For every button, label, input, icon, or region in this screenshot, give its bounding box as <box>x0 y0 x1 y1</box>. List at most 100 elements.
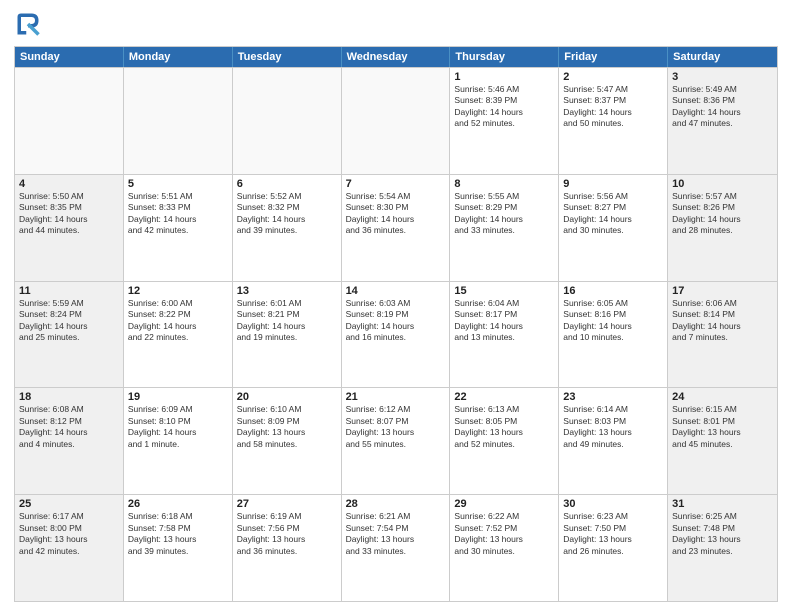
day-info: Sunrise: 6:00 AM Sunset: 8:22 PM Dayligh… <box>128 298 228 344</box>
calendar-cell: 20Sunrise: 6:10 AM Sunset: 8:09 PM Dayli… <box>233 388 342 494</box>
calendar-cell: 14Sunrise: 6:03 AM Sunset: 8:19 PM Dayli… <box>342 282 451 388</box>
day-info: Sunrise: 6:21 AM Sunset: 7:54 PM Dayligh… <box>346 511 446 557</box>
calendar-row: 25Sunrise: 6:17 AM Sunset: 8:00 PM Dayli… <box>15 494 777 601</box>
weekday-header: Wednesday <box>342 47 451 67</box>
calendar-cell <box>233 68 342 174</box>
calendar-cell: 11Sunrise: 5:59 AM Sunset: 8:24 PM Dayli… <box>15 282 124 388</box>
day-info: Sunrise: 5:47 AM Sunset: 8:37 PM Dayligh… <box>563 84 663 130</box>
day-number: 7 <box>346 178 446 190</box>
weekday-header: Thursday <box>450 47 559 67</box>
day-number: 16 <box>563 285 663 297</box>
calendar-row: 4Sunrise: 5:50 AM Sunset: 8:35 PM Daylig… <box>15 174 777 281</box>
day-number: 29 <box>454 498 554 510</box>
calendar-cell: 26Sunrise: 6:18 AM Sunset: 7:58 PM Dayli… <box>124 495 233 601</box>
day-info: Sunrise: 5:50 AM Sunset: 8:35 PM Dayligh… <box>19 191 119 237</box>
day-number: 1 <box>454 71 554 83</box>
day-info: Sunrise: 5:55 AM Sunset: 8:29 PM Dayligh… <box>454 191 554 237</box>
day-info: Sunrise: 5:49 AM Sunset: 8:36 PM Dayligh… <box>672 84 773 130</box>
day-info: Sunrise: 6:25 AM Sunset: 7:48 PM Dayligh… <box>672 511 773 557</box>
weekday-header: Saturday <box>668 47 777 67</box>
day-info: Sunrise: 6:09 AM Sunset: 8:10 PM Dayligh… <box>128 404 228 450</box>
day-info: Sunrise: 5:51 AM Sunset: 8:33 PM Dayligh… <box>128 191 228 237</box>
day-number: 2 <box>563 71 663 83</box>
calendar-cell: 1Sunrise: 5:46 AM Sunset: 8:39 PM Daylig… <box>450 68 559 174</box>
calendar-cell <box>342 68 451 174</box>
calendar-cell: 7Sunrise: 5:54 AM Sunset: 8:30 PM Daylig… <box>342 175 451 281</box>
day-number: 23 <box>563 391 663 403</box>
logo-icon <box>14 10 42 38</box>
day-number: 20 <box>237 391 337 403</box>
calendar-cell: 4Sunrise: 5:50 AM Sunset: 8:35 PM Daylig… <box>15 175 124 281</box>
logo <box>14 10 46 38</box>
day-info: Sunrise: 6:22 AM Sunset: 7:52 PM Dayligh… <box>454 511 554 557</box>
calendar-cell <box>124 68 233 174</box>
page: SundayMondayTuesdayWednesdayThursdayFrid… <box>0 0 792 612</box>
day-number: 21 <box>346 391 446 403</box>
calendar-cell <box>15 68 124 174</box>
calendar-cell: 8Sunrise: 5:55 AM Sunset: 8:29 PM Daylig… <box>450 175 559 281</box>
calendar-cell: 16Sunrise: 6:05 AM Sunset: 8:16 PM Dayli… <box>559 282 668 388</box>
day-number: 6 <box>237 178 337 190</box>
day-number: 3 <box>672 71 773 83</box>
day-info: Sunrise: 6:04 AM Sunset: 8:17 PM Dayligh… <box>454 298 554 344</box>
day-info: Sunrise: 6:14 AM Sunset: 8:03 PM Dayligh… <box>563 404 663 450</box>
calendar: SundayMondayTuesdayWednesdayThursdayFrid… <box>14 46 778 602</box>
day-info: Sunrise: 5:56 AM Sunset: 8:27 PM Dayligh… <box>563 191 663 237</box>
day-number: 14 <box>346 285 446 297</box>
calendar-row: 18Sunrise: 6:08 AM Sunset: 8:12 PM Dayli… <box>15 387 777 494</box>
calendar-cell: 13Sunrise: 6:01 AM Sunset: 8:21 PM Dayli… <box>233 282 342 388</box>
calendar-cell: 19Sunrise: 6:09 AM Sunset: 8:10 PM Dayli… <box>124 388 233 494</box>
day-info: Sunrise: 6:03 AM Sunset: 8:19 PM Dayligh… <box>346 298 446 344</box>
day-info: Sunrise: 6:15 AM Sunset: 8:01 PM Dayligh… <box>672 404 773 450</box>
calendar-cell: 30Sunrise: 6:23 AM Sunset: 7:50 PM Dayli… <box>559 495 668 601</box>
weekday-header: Friday <box>559 47 668 67</box>
day-info: Sunrise: 6:08 AM Sunset: 8:12 PM Dayligh… <box>19 404 119 450</box>
day-info: Sunrise: 6:17 AM Sunset: 8:00 PM Dayligh… <box>19 511 119 557</box>
calendar-cell: 9Sunrise: 5:56 AM Sunset: 8:27 PM Daylig… <box>559 175 668 281</box>
weekday-header: Tuesday <box>233 47 342 67</box>
day-number: 15 <box>454 285 554 297</box>
day-info: Sunrise: 5:57 AM Sunset: 8:26 PM Dayligh… <box>672 191 773 237</box>
day-number: 30 <box>563 498 663 510</box>
calendar-cell: 15Sunrise: 6:04 AM Sunset: 8:17 PM Dayli… <box>450 282 559 388</box>
calendar-cell: 21Sunrise: 6:12 AM Sunset: 8:07 PM Dayli… <box>342 388 451 494</box>
day-number: 28 <box>346 498 446 510</box>
day-info: Sunrise: 5:52 AM Sunset: 8:32 PM Dayligh… <box>237 191 337 237</box>
calendar-header: SundayMondayTuesdayWednesdayThursdayFrid… <box>15 47 777 67</box>
calendar-row: 1Sunrise: 5:46 AM Sunset: 8:39 PM Daylig… <box>15 67 777 174</box>
day-number: 18 <box>19 391 119 403</box>
day-number: 11 <box>19 285 119 297</box>
calendar-cell: 28Sunrise: 6:21 AM Sunset: 7:54 PM Dayli… <box>342 495 451 601</box>
day-info: Sunrise: 6:06 AM Sunset: 8:14 PM Dayligh… <box>672 298 773 344</box>
day-number: 25 <box>19 498 119 510</box>
day-info: Sunrise: 6:05 AM Sunset: 8:16 PM Dayligh… <box>563 298 663 344</box>
day-number: 17 <box>672 285 773 297</box>
day-number: 24 <box>672 391 773 403</box>
day-number: 9 <box>563 178 663 190</box>
calendar-cell: 3Sunrise: 5:49 AM Sunset: 8:36 PM Daylig… <box>668 68 777 174</box>
calendar-cell: 31Sunrise: 6:25 AM Sunset: 7:48 PM Dayli… <box>668 495 777 601</box>
weekday-header: Sunday <box>15 47 124 67</box>
day-info: Sunrise: 6:12 AM Sunset: 8:07 PM Dayligh… <box>346 404 446 450</box>
day-info: Sunrise: 6:10 AM Sunset: 8:09 PM Dayligh… <box>237 404 337 450</box>
day-number: 22 <box>454 391 554 403</box>
day-number: 4 <box>19 178 119 190</box>
day-number: 27 <box>237 498 337 510</box>
day-number: 8 <box>454 178 554 190</box>
calendar-cell: 23Sunrise: 6:14 AM Sunset: 8:03 PM Dayli… <box>559 388 668 494</box>
calendar-cell: 18Sunrise: 6:08 AM Sunset: 8:12 PM Dayli… <box>15 388 124 494</box>
calendar-row: 11Sunrise: 5:59 AM Sunset: 8:24 PM Dayli… <box>15 281 777 388</box>
calendar-cell: 12Sunrise: 6:00 AM Sunset: 8:22 PM Dayli… <box>124 282 233 388</box>
calendar-cell: 6Sunrise: 5:52 AM Sunset: 8:32 PM Daylig… <box>233 175 342 281</box>
calendar-cell: 24Sunrise: 6:15 AM Sunset: 8:01 PM Dayli… <box>668 388 777 494</box>
calendar-body: 1Sunrise: 5:46 AM Sunset: 8:39 PM Daylig… <box>15 67 777 601</box>
calendar-cell: 22Sunrise: 6:13 AM Sunset: 8:05 PM Dayli… <box>450 388 559 494</box>
day-info: Sunrise: 6:18 AM Sunset: 7:58 PM Dayligh… <box>128 511 228 557</box>
day-info: Sunrise: 5:46 AM Sunset: 8:39 PM Dayligh… <box>454 84 554 130</box>
day-number: 5 <box>128 178 228 190</box>
day-info: Sunrise: 6:19 AM Sunset: 7:56 PM Dayligh… <box>237 511 337 557</box>
day-info: Sunrise: 6:23 AM Sunset: 7:50 PM Dayligh… <box>563 511 663 557</box>
day-number: 26 <box>128 498 228 510</box>
day-number: 31 <box>672 498 773 510</box>
day-number: 19 <box>128 391 228 403</box>
